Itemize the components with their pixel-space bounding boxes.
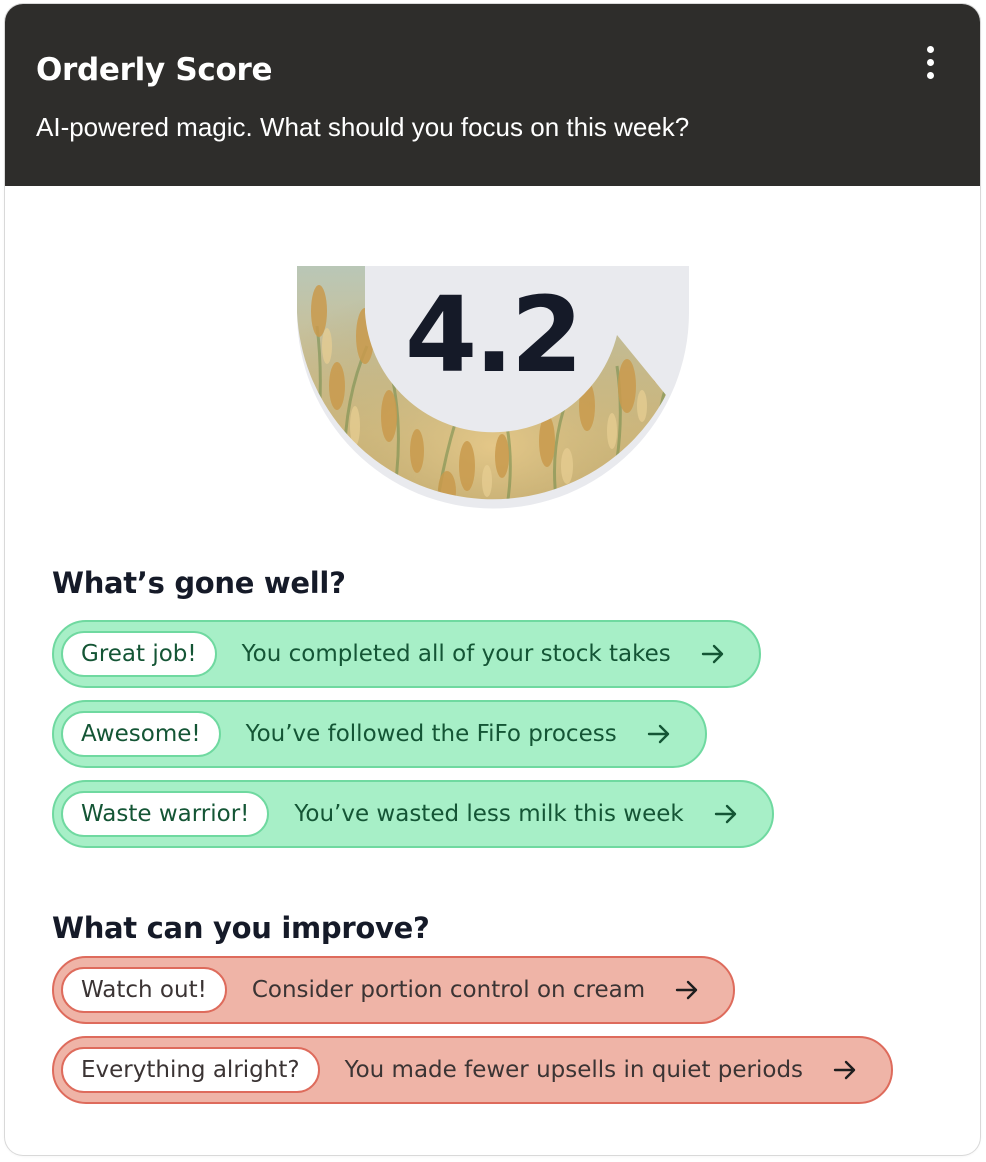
improve-message: Consider portion control on cream bbox=[251, 977, 646, 1003]
card-title: Orderly Score bbox=[36, 52, 273, 88]
improve-tag: Everything alright? bbox=[61, 1047, 320, 1093]
gone-well-tag: Waste warrior! bbox=[61, 791, 270, 837]
improve-message: You made fewer upsells in quiet periods bbox=[344, 1057, 804, 1083]
arrow-right-icon bbox=[675, 980, 699, 1000]
improve-item[interactable]: Everything alright? You made fewer upsel… bbox=[52, 1036, 894, 1104]
arrow-right-icon bbox=[701, 644, 725, 664]
gauge-fill bbox=[297, 266, 666, 500]
improve-tag: Watch out! bbox=[61, 967, 227, 1013]
gauge-track bbox=[297, 266, 689, 509]
improve-heading: What can you improve? bbox=[52, 911, 430, 945]
gone-well-message: You’ve wasted less milk this week bbox=[294, 801, 684, 827]
orderly-score-card: Orderly Score AI-powered magic. What sho… bbox=[5, 4, 980, 1155]
card-header: Orderly Score AI-powered magic. What sho… bbox=[5, 4, 980, 186]
gone-well-item[interactable]: Waste warrior! You’ve wasted less milk t… bbox=[52, 780, 774, 848]
arrow-right-icon bbox=[647, 724, 671, 744]
card-subtitle: AI-powered magic. What should you focus … bbox=[36, 112, 690, 142]
arrow-right-icon bbox=[833, 1060, 857, 1080]
gone-well-item[interactable]: Great job! You completed all of your sto… bbox=[52, 620, 761, 688]
more-options-icon[interactable] bbox=[911, 40, 949, 84]
gone-well-tag: Awesome! bbox=[61, 711, 221, 757]
gone-well-tag: Great job! bbox=[61, 631, 217, 677]
arrow-right-icon bbox=[714, 804, 738, 824]
score-value: 4.2 bbox=[404, 274, 583, 396]
gone-well-item[interactable]: Awesome! You’ve followed the FiFo proces… bbox=[52, 700, 707, 768]
gone-well-message: You completed all of your stock takes bbox=[241, 641, 671, 667]
gone-well-heading: What’s gone well? bbox=[52, 566, 346, 600]
improve-item[interactable]: Watch out! Consider portion control on c… bbox=[52, 956, 736, 1024]
gone-well-message: You’ve followed the FiFo process bbox=[245, 721, 617, 747]
